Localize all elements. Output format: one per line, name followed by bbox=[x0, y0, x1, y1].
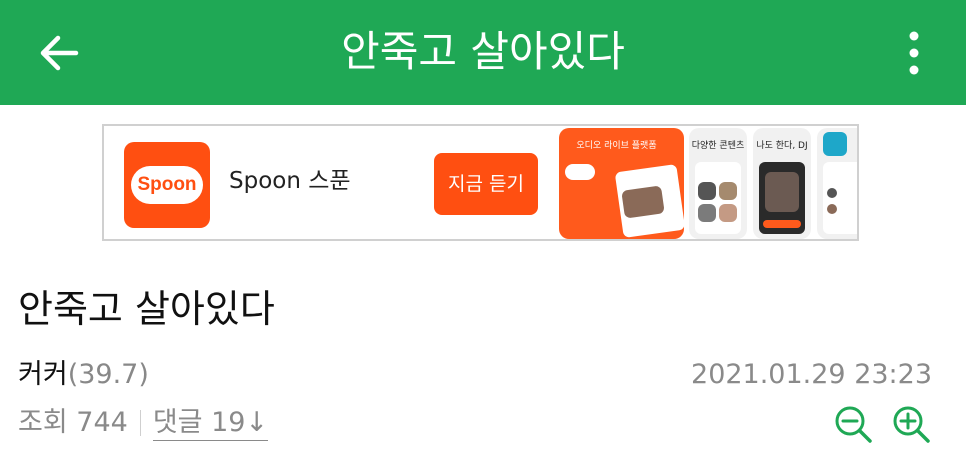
spoon-logo-text: Spoon bbox=[131, 166, 203, 204]
zoom-out-icon[interactable] bbox=[833, 404, 873, 444]
ad-banner[interactable]: Spoon Spoon 스푼 지금 듣기 오디오 라이브 플랫폼 다양한 콘텐츠… bbox=[102, 124, 859, 241]
more-vertical-icon[interactable] bbox=[906, 30, 922, 76]
post-stats: 조회 744 댓글 19↓ bbox=[18, 404, 269, 442]
ad-photo-mock bbox=[827, 188, 837, 198]
ad-screenshot-caption: 오디오 라이브 플랫폼 bbox=[576, 141, 657, 151]
ad-app-name: Spoon 스푼 bbox=[229, 168, 351, 194]
article-title: 안죽고 살아있다 bbox=[18, 287, 275, 331]
post-datetime: 2021.01.29 23:23 bbox=[691, 359, 932, 390]
ad-screenshot-content: 다양한 콘텐츠 bbox=[689, 128, 747, 239]
comments-link[interactable]: 댓글 19↓ bbox=[152, 406, 269, 441]
ad-mini-logo bbox=[565, 164, 595, 180]
ad-photo-mock bbox=[621, 185, 665, 219]
ad-photo-mock bbox=[698, 182, 716, 200]
ad-app-icon bbox=[823, 132, 847, 156]
zoom-in-icon[interactable] bbox=[891, 404, 931, 444]
ad-screenshot-dj: 나도 한다, DJ bbox=[753, 128, 811, 239]
spoon-logo[interactable]: Spoon bbox=[124, 142, 210, 228]
author-level: (39.7) bbox=[67, 359, 149, 390]
ad-photo-mock bbox=[719, 182, 737, 200]
ad-photo-mock bbox=[719, 204, 737, 222]
stats-divider bbox=[139, 410, 141, 436]
author-info[interactable]: 커커(39.7) bbox=[18, 356, 149, 394]
app-bar: 안죽고 살아있다 bbox=[0, 0, 966, 105]
ad-photo-mock bbox=[765, 172, 799, 212]
ad-screenshot-caption: 다양한 콘텐츠 bbox=[691, 141, 745, 151]
listen-now-button[interactable]: 지금 듣기 bbox=[434, 153, 538, 215]
page-title: 안죽고 살아있다 bbox=[341, 27, 625, 76]
ad-screenshot-caption: 나도 한다, DJ bbox=[756, 141, 808, 151]
ad-screenshot-partial bbox=[817, 128, 857, 239]
ad-photo-mock bbox=[827, 204, 837, 214]
ad-phone-mock bbox=[823, 162, 857, 234]
ad-photo-mock bbox=[698, 204, 716, 222]
author-name[interactable]: 커커 bbox=[18, 359, 68, 390]
ad-screenshot-live: 오디오 라이브 플랫폼 bbox=[559, 128, 686, 239]
view-count: 조회 744 bbox=[18, 407, 128, 438]
ad-screenshots: 오디오 라이브 플랫폼 다양한 콘텐츠 나도 한다, DJ bbox=[559, 128, 857, 239]
ad-bar-mock bbox=[763, 220, 801, 228]
